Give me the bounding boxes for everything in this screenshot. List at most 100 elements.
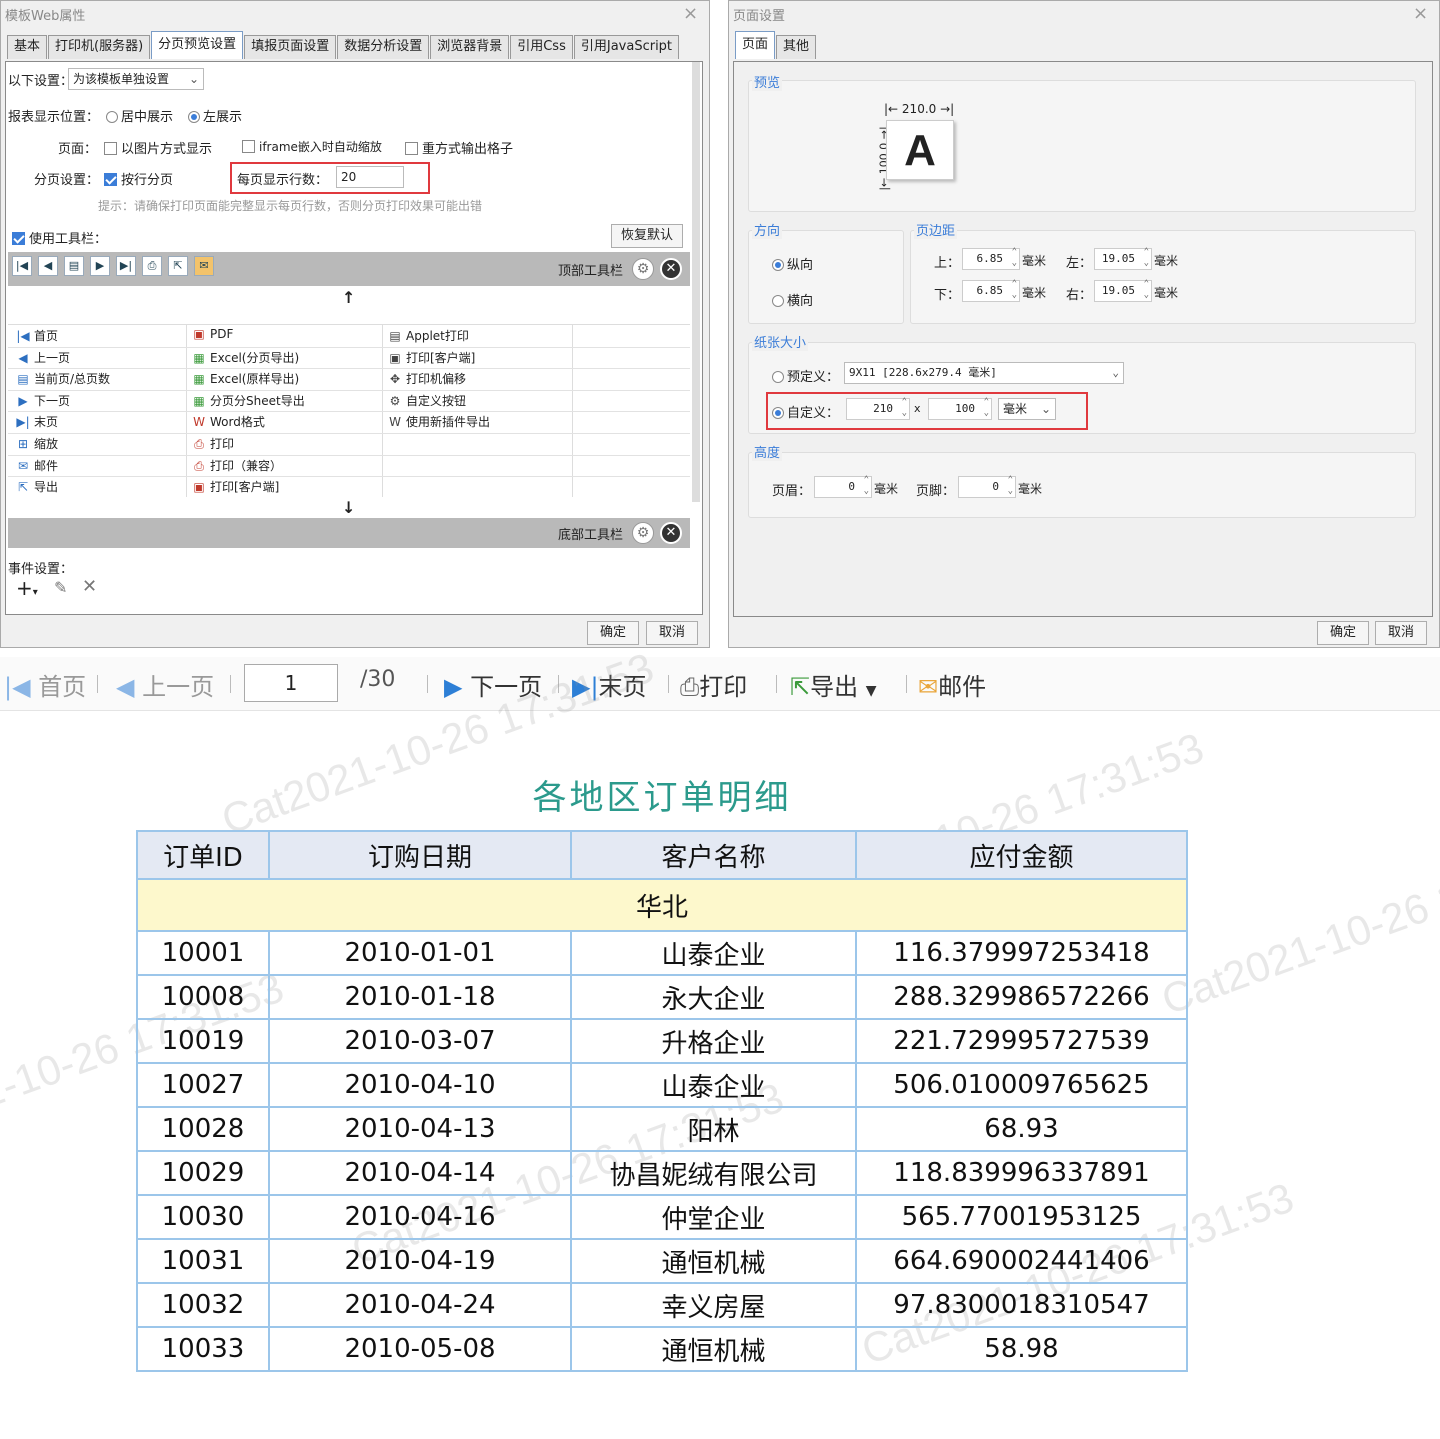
settings-label: 以下设置：: [8, 74, 74, 89]
table-cell: 10008: [136, 974, 270, 1020]
toolbar-option[interactable]: ▶| 末页: [16, 413, 58, 430]
footer-input[interactable]: 0: [958, 475, 1016, 498]
toolbar-option[interactable]: ✥ 打印机偏移: [388, 370, 466, 387]
table-header-row: 订单ID 订购日期 客户名称 应付金额: [136, 830, 1188, 880]
checkbox-grid-output[interactable]: 重方式输出格子: [405, 138, 513, 157]
close-icon[interactable]: ×: [683, 3, 698, 24]
add-icon[interactable]: +▾: [16, 576, 38, 600]
prev-page-icon[interactable]: ◀: [38, 256, 58, 276]
checkbox-iframe-scale[interactable]: iframe嵌入时自动缩放: [242, 138, 382, 155]
radio-custom[interactable]: 自定义：: [772, 402, 839, 421]
option-label: Excel(原样导出): [210, 372, 300, 387]
checkbox-use-toolbar[interactable]: 使用工具栏：: [12, 228, 107, 247]
ok-button[interactable]: 确定: [587, 621, 639, 645]
header-input[interactable]: 0: [814, 475, 872, 498]
toolbar-option[interactable]: ▤ 当前页/总页数: [16, 370, 110, 387]
checkbox-image-mode[interactable]: 以图片方式显示: [104, 138, 212, 157]
radio-predefined[interactable]: 预定义：: [772, 366, 839, 385]
prev-page-button[interactable]: ◀ 上一页: [116, 667, 214, 702]
toolbar-option[interactable]: ⚙ 自定义按钮: [388, 392, 466, 409]
cancel-button[interactable]: 取消: [646, 621, 698, 645]
checkbox-row-paging[interactable]: 按行分页: [104, 169, 173, 188]
report-pos-label: 报表显示位置：: [8, 110, 100, 125]
print-icon[interactable]: ⎙: [142, 256, 162, 276]
export-button[interactable]: ⇱导出 ▼: [790, 667, 877, 702]
radio-center-label: 居中展示: [121, 110, 174, 125]
next-page-icon[interactable]: ▶: [90, 256, 110, 276]
toolbar-option[interactable]: ✉ 邮件: [16, 457, 58, 474]
tab-page[interactable]: 页面: [735, 31, 776, 59]
last-page-icon[interactable]: ▶|: [116, 256, 136, 276]
settings-select[interactable]: 为该模板单独设置 ⌄: [68, 68, 204, 90]
gear-icon[interactable]: ⚙: [632, 258, 654, 280]
email-button[interactable]: ✉邮件: [918, 667, 986, 702]
toolbar-option[interactable]: ▤ Applet打印: [388, 327, 469, 344]
delete-icon[interactable]: ✕: [82, 576, 97, 597]
print-button[interactable]: ⎙打印: [680, 667, 747, 702]
table-cell: 97.8300018310547: [855, 1282, 1188, 1328]
table-cell: 2010-04-10: [268, 1062, 572, 1108]
first-page-button[interactable]: |◀ 首页: [4, 667, 86, 702]
tab-2[interactable]: 分页预览设置: [151, 31, 244, 59]
close-icon[interactable]: ×: [1413, 3, 1428, 24]
option-label: 缩放: [34, 437, 59, 451]
margin-left-input[interactable]: 19.05: [1094, 247, 1152, 270]
restore-default-button[interactable]: 恢复默认: [611, 224, 683, 248]
toolbar-option[interactable]: ⎙ 打印: [192, 435, 234, 452]
toolbar-option[interactable]: ⎙ 打印（兼容）: [192, 457, 282, 474]
checkbox-iframe-scale-label: iframe嵌入时自动缩放: [259, 140, 382, 154]
toolbar-option[interactable]: ▦ Excel(分页导出): [192, 349, 299, 366]
toolbar-option[interactable]: ▣ 打印[客户端]: [388, 349, 475, 366]
tab-other[interactable]: 其他: [776, 35, 817, 59]
margin-right-input[interactable]: 19.05: [1094, 279, 1152, 302]
header-customer: 客户名称: [570, 830, 857, 880]
table-row: 10019 2010-03-07 升格企业 221.729995727539: [136, 1018, 1188, 1064]
toolbar-option[interactable]: ▦ 分页分Sheet导出: [192, 392, 304, 409]
page-count-icon[interactable]: ▤: [64, 256, 84, 276]
toolbar-option[interactable]: ⊞ 缩放: [16, 435, 58, 452]
tab-3[interactable]: 填报页面设置: [244, 35, 337, 59]
toolbar-option[interactable]: W Word格式: [192, 413, 265, 430]
email-icon[interactable]: ✉: [194, 256, 214, 276]
paging-label: 分页设置：: [34, 173, 100, 188]
email-label: 邮件: [938, 673, 987, 701]
rows-per-page-input[interactable]: 20: [336, 166, 404, 188]
cancel-button[interactable]: 取消: [1375, 621, 1427, 645]
toolbar-option[interactable]: ◀ 上一页: [16, 349, 70, 366]
tab-7[interactable]: 引用JavaScript: [573, 35, 680, 59]
margin-bottom-input[interactable]: 6.85: [962, 279, 1020, 302]
option-label: 当前页/总页数: [34, 372, 111, 387]
toolbar-option[interactable]: ▣ 打印[客户端]: [192, 478, 279, 495]
gear-icon[interactable]: ⚙: [632, 522, 654, 544]
tab-1[interactable]: 打印机(服务器): [48, 35, 151, 59]
remove-icon[interactable]: ✕: [660, 258, 682, 280]
toolbar-option[interactable]: W 使用新插件导出: [388, 413, 490, 430]
tab-4[interactable]: 数据分析设置: [337, 35, 430, 59]
radio-portrait[interactable]: 纵向: [772, 254, 813, 273]
toolbar-option[interactable]: ▦ Excel(原样导出): [192, 370, 299, 387]
ok-button[interactable]: 确定: [1317, 621, 1369, 645]
tab-bar: 基本 打印机(服务器) 分页预览设置 填报页面设置 数据分析设置 浏览器背景 引用Css 引用…: [7, 31, 680, 59]
first-page-icon[interactable]: |◀: [12, 256, 32, 276]
custom-unit-select[interactable]: 毫米 ⌄: [998, 398, 1056, 420]
page-number-input[interactable]: 1: [244, 664, 338, 702]
toolbar-option[interactable]: ▶ 下一页: [16, 392, 70, 409]
margin-label: 页边距: [914, 220, 958, 239]
scrollbar[interactable]: [692, 62, 700, 502]
toolbar-option[interactable]: ▣ PDF: [192, 327, 233, 341]
tab-6[interactable]: 引用Css: [510, 35, 573, 59]
margin-top-input[interactable]: 6.85: [962, 247, 1020, 270]
radio-center[interactable]: 居中展示: [106, 106, 173, 125]
radio-landscape[interactable]: 横向: [772, 290, 813, 309]
remove-icon[interactable]: ✕: [660, 522, 682, 544]
tab-5[interactable]: 浏览器背景: [430, 35, 510, 59]
radio-left[interactable]: 左展示: [188, 106, 242, 125]
custom-width-input[interactable]: 210: [846, 397, 910, 420]
predefined-select[interactable]: 9X11 [228.6x279.4 毫米] ⌄: [844, 362, 1124, 384]
export-icon[interactable]: ⇱: [168, 256, 188, 276]
tab-0[interactable]: 基本: [7, 35, 48, 59]
toolbar-option[interactable]: |◀ 首页: [16, 327, 58, 344]
edit-icon[interactable]: ✎: [54, 578, 67, 597]
custom-height-input[interactable]: 100: [928, 397, 992, 420]
toolbar-option[interactable]: ⇱ 导出: [16, 478, 58, 495]
